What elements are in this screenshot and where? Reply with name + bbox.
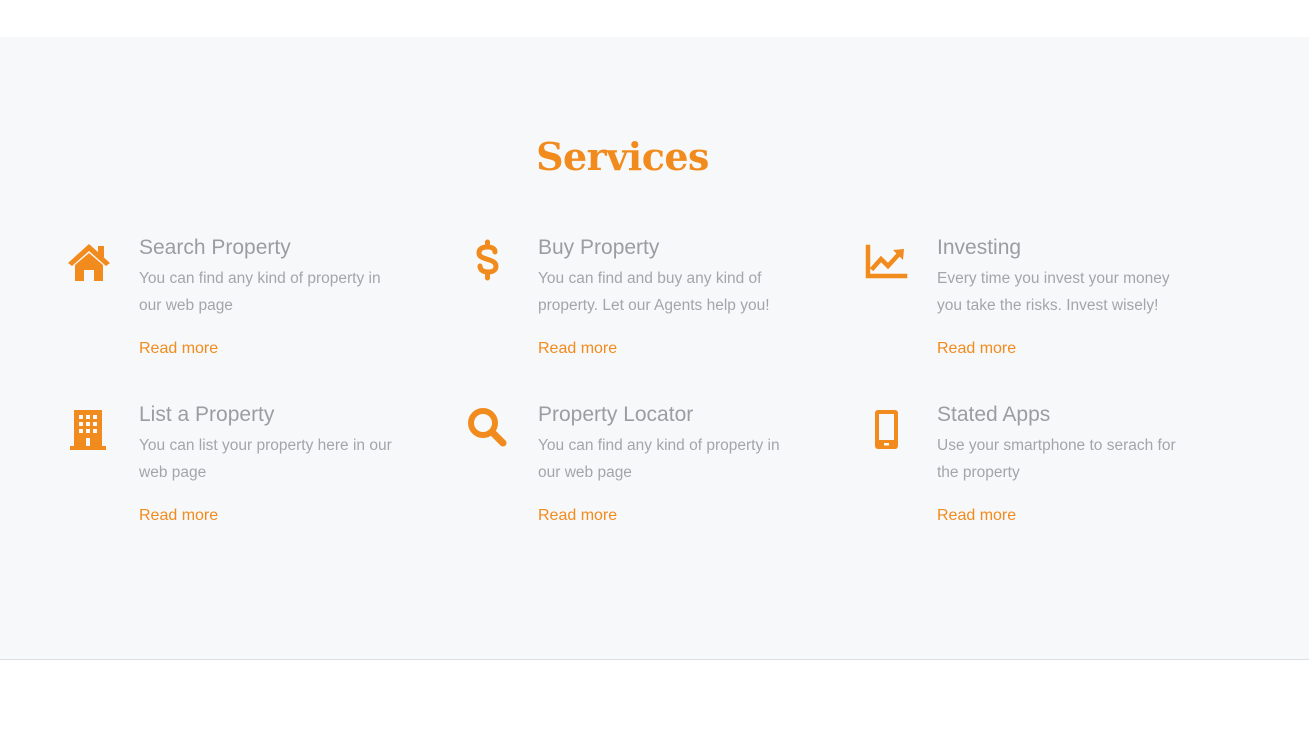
service-title: Buy Property	[538, 236, 660, 259]
building-icon	[64, 402, 114, 452]
service-search-property: Search Property You can find any kind of…	[64, 235, 454, 375]
service-description: You can find any kind of property in our…	[538, 437, 780, 481]
read-more-link[interactable]: Read more	[937, 506, 1016, 526]
service-list-property: List a Property You can list your proper…	[64, 402, 454, 542]
service-investing: Investing Every time you invest your mon…	[862, 235, 1252, 375]
smartphone-icon	[862, 402, 912, 452]
service-title: Investing	[937, 236, 1022, 259]
dollar-icon	[463, 235, 513, 285]
search-icon	[463, 402, 513, 452]
service-title: Search Property	[139, 236, 291, 259]
service-title: List a Property	[139, 403, 275, 426]
section-title: Services	[536, 134, 709, 179]
read-more-link[interactable]: Read more	[937, 339, 1016, 359]
trending-up-icon	[862, 235, 912, 285]
services-section: Services Search Property You can find an…	[0, 37, 1309, 660]
read-more-link[interactable]: Read more	[139, 506, 218, 526]
service-property-locator: Property Locator You can find any kind o…	[463, 402, 853, 542]
service-description: You can list your property here in our w…	[139, 437, 392, 481]
read-more-link[interactable]: Read more	[538, 506, 617, 526]
service-description: You can find and buy any kind of propert…	[538, 270, 770, 314]
house-icon	[64, 235, 114, 285]
service-title: Stated Apps	[937, 403, 1051, 426]
service-description: Every time you invest your money you tak…	[937, 270, 1170, 314]
service-description: You can find any kind of property in our…	[139, 270, 381, 314]
service-title: Property Locator	[538, 403, 694, 426]
service-buy-property: Buy Property You can find and buy any ki…	[463, 235, 853, 375]
service-stated-apps: Stated Apps Use your smartphone to serac…	[862, 402, 1252, 542]
service-description: Use your smartphone to serach for the pr…	[937, 437, 1176, 481]
read-more-link[interactable]: Read more	[538, 339, 617, 359]
read-more-link[interactable]: Read more	[139, 339, 218, 359]
